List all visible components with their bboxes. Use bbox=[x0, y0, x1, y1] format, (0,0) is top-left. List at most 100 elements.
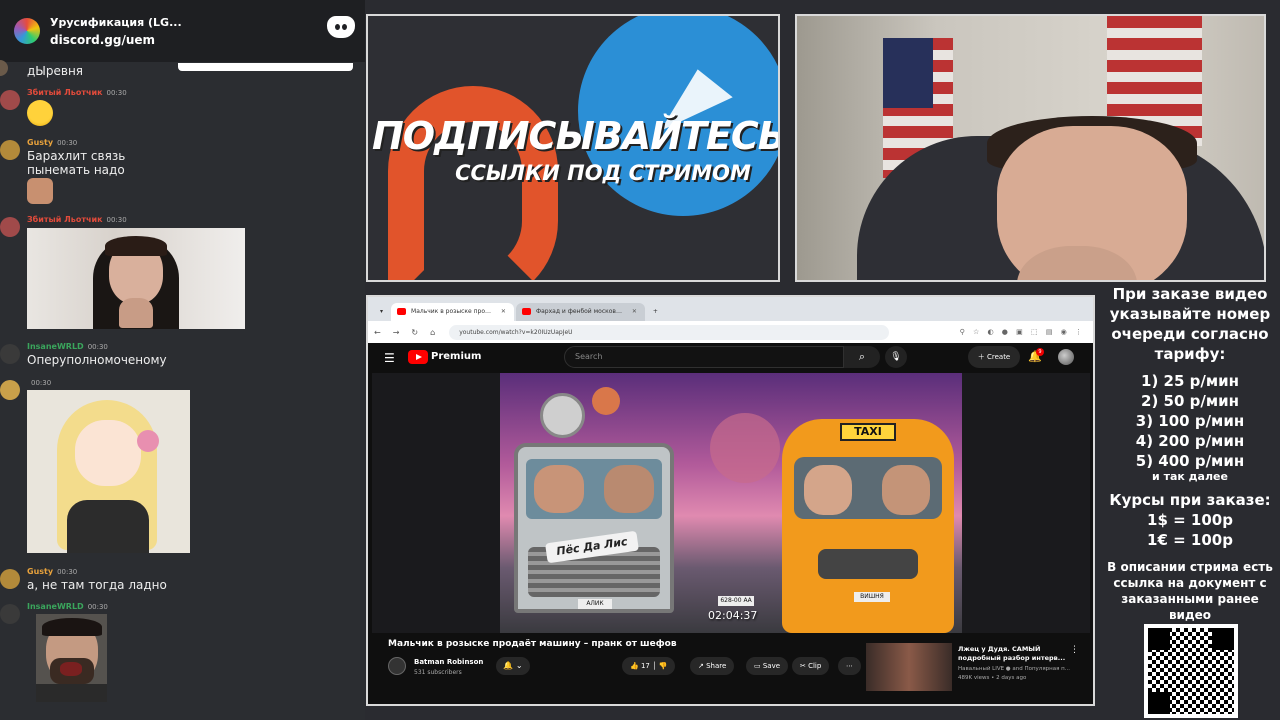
close-tab-icon[interactable]: ✕ bbox=[501, 308, 506, 315]
more-options-icon[interactable]: ⋮ bbox=[1070, 645, 1079, 655]
create-button[interactable]: ＋ Create bbox=[968, 346, 1020, 368]
search-input[interactable]: Search bbox=[564, 346, 844, 368]
avatar bbox=[0, 217, 20, 237]
notification-count-badge: 9 bbox=[1036, 348, 1044, 356]
youtube-brand[interactable]: Premium bbox=[431, 351, 481, 362]
chat-divider-bar bbox=[178, 63, 353, 71]
tariff-3: 3) 100 р/мин bbox=[1135, 412, 1245, 430]
tab-title: Мальчик в розыске про… bbox=[411, 308, 491, 315]
home-icon[interactable]: ⌂ bbox=[430, 328, 435, 337]
message-author: Gusty 00:30 bbox=[27, 567, 77, 576]
browser-window: ▾ Мальчик в розыске про… ✕ Фархад и фенб… bbox=[366, 295, 1095, 706]
discord-chat-overlay: Урусификация (LG... discord.gg/uem дЫрев… bbox=[0, 0, 365, 720]
search-button[interactable]: ⌕ bbox=[844, 346, 880, 368]
channel-avatar[interactable] bbox=[388, 657, 406, 675]
clip-button[interactable]: ✂ Clip bbox=[792, 657, 830, 675]
author-name: InsaneWRLD bbox=[27, 602, 84, 611]
face-emoji-icon bbox=[27, 178, 53, 204]
author-name: Збитый Льотчик bbox=[27, 88, 103, 97]
invite-link[interactable]: discord.gg/uem bbox=[50, 33, 182, 47]
truck-illustration bbox=[514, 443, 674, 613]
image-attachment[interactable] bbox=[27, 228, 245, 329]
message-author: 00:30 bbox=[27, 378, 51, 387]
mic-icon[interactable]: 🎙 bbox=[885, 346, 907, 368]
tariff-5: 5) 400 р/мин bbox=[1135, 452, 1245, 470]
author-name: InsaneWRLD bbox=[27, 342, 84, 351]
webcam-feed bbox=[795, 14, 1266, 282]
video-title: Мальчик в розыске продаёт машину – пранк… bbox=[388, 639, 677, 649]
author-name: Gusty bbox=[27, 567, 54, 576]
message-time: 00:30 bbox=[57, 568, 78, 576]
message-author: InsaneWRLD 00:30 bbox=[27, 602, 108, 611]
satellite-dish bbox=[540, 393, 585, 438]
avatar bbox=[0, 344, 20, 364]
url-field[interactable]: youtube.com/watch?v=k20IUzUapJeU bbox=[449, 324, 890, 340]
account-avatar[interactable] bbox=[1058, 349, 1074, 365]
share-label: Share bbox=[706, 662, 727, 670]
avatar bbox=[0, 140, 20, 160]
youtube-header: ☰ Premium Search ⌕ 🎙 ＋ Create 🔔 9 bbox=[368, 343, 1093, 373]
new-tab-button[interactable]: + bbox=[647, 303, 664, 321]
browser-tab[interactable]: Мальчик в розыске про… ✕ bbox=[391, 303, 514, 321]
image-attachment[interactable] bbox=[36, 614, 107, 702]
extension-icons[interactable]: ⚲ ☆ ◐ ● ▣ ⬚ ▤ ◉ ⋮ bbox=[960, 328, 1085, 336]
message-text: а, не там тогда ладно bbox=[27, 578, 167, 592]
message-time: 00:30 bbox=[87, 343, 108, 351]
rate-usd: 1$ = 100р bbox=[1147, 511, 1233, 529]
plate-mid: 628-00 АА bbox=[718, 596, 754, 606]
subscriber-count: 531 subscribers bbox=[414, 669, 462, 676]
video-thumbnail[interactable]: Пёс Да Лис TAXI АЛИК 628-00 АА ВИШНЯ 02:… bbox=[500, 373, 962, 633]
forward-icon[interactable]: → bbox=[393, 328, 400, 337]
like-button[interactable]: 👍 17 │ 👎 bbox=[622, 657, 676, 675]
share-button[interactable]: ↗ Share bbox=[690, 657, 735, 675]
tariff-4: 4) 200 р/мин bbox=[1135, 432, 1245, 450]
discord-invite-banner[interactable]: Урусификация (LG... discord.gg/uem bbox=[0, 0, 365, 62]
message-time: 00:30 bbox=[87, 603, 108, 611]
hamburger-menu-icon[interactable]: ☰ bbox=[384, 351, 395, 365]
more-actions-button[interactable]: ⋯ bbox=[838, 657, 861, 675]
message-text: Барахлит связь пынемать надо bbox=[27, 149, 126, 177]
related-views: 489K views • 2 days ago bbox=[958, 675, 1027, 681]
message-time: 00:30 bbox=[106, 216, 127, 224]
subscribe-bell-button[interactable]: 🔔 ⌄ bbox=[496, 657, 530, 675]
related-title[interactable]: Лжец у Дудя. САМЫЙ подробный разбор инте… bbox=[958, 645, 1068, 663]
related-meta: Навальный LIVE ● and Популярная п... 489… bbox=[958, 665, 1073, 683]
clip-label: Clip bbox=[808, 662, 822, 670]
message-time: 00:30 bbox=[57, 139, 78, 147]
save-button[interactable]: ▭ Save bbox=[746, 657, 789, 675]
avatar bbox=[0, 604, 20, 624]
video-player[interactable]: Пёс Да Лис TAXI АЛИК 628-00 АА ВИШНЯ 02:… bbox=[372, 373, 1090, 633]
reload-icon[interactable]: ↻ bbox=[411, 328, 418, 337]
browser-tab[interactable]: Фархад и фенбой москов… ✕ bbox=[515, 303, 645, 321]
message-text: Оперуполномоченому bbox=[27, 353, 167, 367]
rates-title: Курсы при заказе: bbox=[1109, 491, 1271, 509]
author-name: Збитый Льотчик bbox=[27, 215, 103, 224]
related-video[interactable]: Лжец у Дудя. САМЫЙ подробный разбор инте… bbox=[866, 643, 1086, 691]
video-duration: 02:04:37 bbox=[708, 609, 758, 622]
message-text: дЫревня bbox=[27, 64, 84, 78]
message-time: 00:30 bbox=[106, 89, 127, 97]
message-author: InsaneWRLD 00:30 bbox=[27, 342, 108, 351]
description-note: В описании стрима есть ссылка на докумен… bbox=[1107, 560, 1273, 622]
tariff-etc: и так далее bbox=[1152, 470, 1228, 483]
related-channel: Навальный LIVE ● and Популярная п... bbox=[958, 666, 1070, 672]
rate-eur: 1€ = 100р bbox=[1147, 531, 1233, 549]
server-icon bbox=[14, 18, 40, 44]
youtube-logo-icon[interactable] bbox=[408, 350, 428, 364]
image-attachment[interactable] bbox=[27, 390, 190, 553]
channel-name[interactable]: Batman Robinson bbox=[414, 658, 483, 666]
back-icon[interactable]: ← bbox=[374, 328, 381, 337]
promo-banner: ПОДПИСЫВАЙТЕСЬ ССЫЛКИ ПОД СТРИМОМ bbox=[366, 14, 780, 282]
message-author: Збитый Льотчик 00:30 bbox=[27, 215, 127, 224]
message-time: 00:30 bbox=[31, 379, 52, 387]
message-author: Збитый Льотчик 00:30 bbox=[27, 88, 127, 97]
save-label: Save bbox=[762, 662, 781, 670]
author-name: Gusty bbox=[27, 138, 54, 147]
server-name: Урусификация (LG... bbox=[50, 15, 182, 29]
youtube-favicon-icon bbox=[521, 308, 531, 315]
qr-code[interactable] bbox=[1144, 624, 1238, 718]
related-thumbnail[interactable] bbox=[866, 643, 952, 691]
tab-menu-icon[interactable]: ▾ bbox=[374, 303, 389, 321]
promo-headline: ПОДПИСЫВАЙТЕСЬ bbox=[372, 114, 780, 158]
close-tab-icon[interactable]: ✕ bbox=[632, 308, 637, 315]
